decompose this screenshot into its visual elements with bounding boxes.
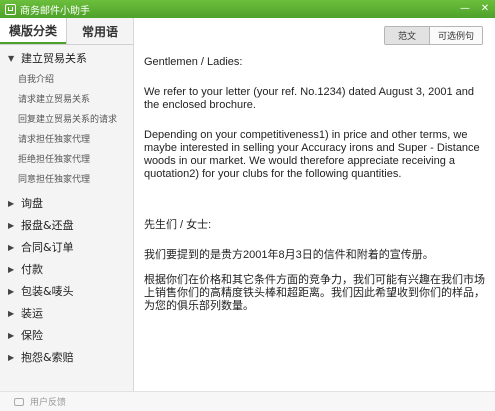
minimize-button[interactable]: — [455, 0, 475, 18]
sidebar-item-request-trade-relations[interactable]: 请求建立贸易关系 [0, 88, 133, 108]
sidebar-group-label: 建立贸易关系 [21, 52, 87, 65]
sidebar-item-self-introduction[interactable]: 自我介绍 [0, 68, 133, 88]
triangle-right-icon: ▶ [8, 242, 15, 252]
tab-template-categories[interactable]: 模版分类 [0, 18, 66, 44]
triangle-right-icon: ▶ [8, 198, 15, 208]
triangle-right-icon: ▶ [8, 308, 15, 318]
paragraph-en-2: Depending on your competitiveness1) in p… [144, 129, 480, 180]
view-toggle: 范文 可选例句 [384, 26, 483, 45]
triangle-right-icon: ▶ [8, 352, 15, 362]
paragraph-en-1: We refer to your letter (your ref. No.12… [144, 86, 474, 111]
sidebar-group-label: 报盘&还盘 [21, 219, 74, 232]
sidebar-group-label: 询盘 [21, 197, 43, 210]
optional-phrases-button[interactable]: 可选例句 [429, 27, 482, 44]
app-icon [5, 3, 16, 15]
content-panel: 范文 可选例句 Gentlemen / Ladies: We refer to … [134, 18, 495, 391]
user-feedback-link[interactable]: 用户反馈 [30, 395, 66, 408]
triangle-right-icon: ▶ [8, 330, 15, 340]
sidebar-item-request-sole-agency[interactable]: 请求担任独家代理 [0, 128, 133, 148]
sidebar-group-trade-relations[interactable]: ▼ 建立贸易关系 [0, 48, 133, 68]
sidebar-tabs: 模版分类 常用语 [0, 18, 133, 45]
sidebar-group-inquiry[interactable]: ▶ 询盘 [0, 193, 133, 213]
paragraph-cn-2: 根据你们在价格和其它条件方面的竞争力，我们可能有兴趣在我们市场上销售你们的高精度… [144, 274, 485, 312]
sample-letter-button[interactable]: 范文 [385, 27, 429, 44]
sidebar-group-label: 合同&订单 [21, 241, 74, 254]
sidebar-group-insurance[interactable]: ▶ 保险 [0, 325, 133, 345]
sidebar-group-contract[interactable]: ▶ 合同&订单 [0, 237, 133, 257]
paragraph-cn-1: 我们要提到的是贵方2001年8月3日的信件和附着的宣传册。 [144, 249, 434, 261]
sidebar-group-shipment[interactable]: ▶ 装运 [0, 303, 133, 323]
window-controls: — ✕ [455, 0, 495, 18]
sidebar-group-label: 包装&唛头 [21, 285, 74, 298]
triangle-right-icon: ▶ [8, 286, 15, 296]
triangle-down-icon: ▼ [8, 53, 15, 63]
title-bar: 商务邮件小助手 — ✕ [0, 0, 495, 18]
triangle-right-icon: ▶ [8, 220, 15, 230]
sidebar-group-label: 付款 [21, 263, 43, 276]
sidebar-group-offer[interactable]: ▶ 报盘&还盘 [0, 215, 133, 235]
sidebar-item-accept-sole-agency[interactable]: 同意担任独家代理 [0, 168, 133, 188]
salutation-cn: 先生们 / 女士: [144, 219, 212, 231]
sidebar-group-packing[interactable]: ▶ 包装&唛头 [0, 281, 133, 301]
sidebar-group-label: 保险 [21, 329, 43, 342]
tab-common-phrases[interactable]: 常用语 [66, 18, 133, 44]
letter-body: Gentlemen / Ladies: We refer to your let… [144, 56, 489, 313]
feedback-icon [14, 397, 24, 406]
salutation-en: Gentlemen / Ladies: [144, 56, 243, 68]
sidebar-group-payment[interactable]: ▶ 付款 [0, 259, 133, 279]
sidebar: 模版分类 常用语 ▼ 建立贸易关系 自我介绍 请求建立贸易关系 回复建立贸易关系… [0, 18, 134, 391]
sidebar-group-label: 装运 [21, 307, 43, 320]
triangle-right-icon: ▶ [8, 264, 15, 274]
close-button[interactable]: ✕ [475, 0, 495, 18]
sidebar-group-complaints[interactable]: ▶ 抱怨&索赔 [0, 347, 133, 367]
sidebar-group-label: 抱怨&索赔 [21, 351, 74, 364]
sidebar-item-decline-sole-agency[interactable]: 拒绝担任独家代理 [0, 148, 133, 168]
sidebar-item-reply-trade-relations[interactable]: 回复建立贸易关系的请求 [0, 108, 133, 128]
status-bar: 用户反馈 [0, 391, 495, 411]
window-title: 商务邮件小助手 [20, 5, 90, 17]
